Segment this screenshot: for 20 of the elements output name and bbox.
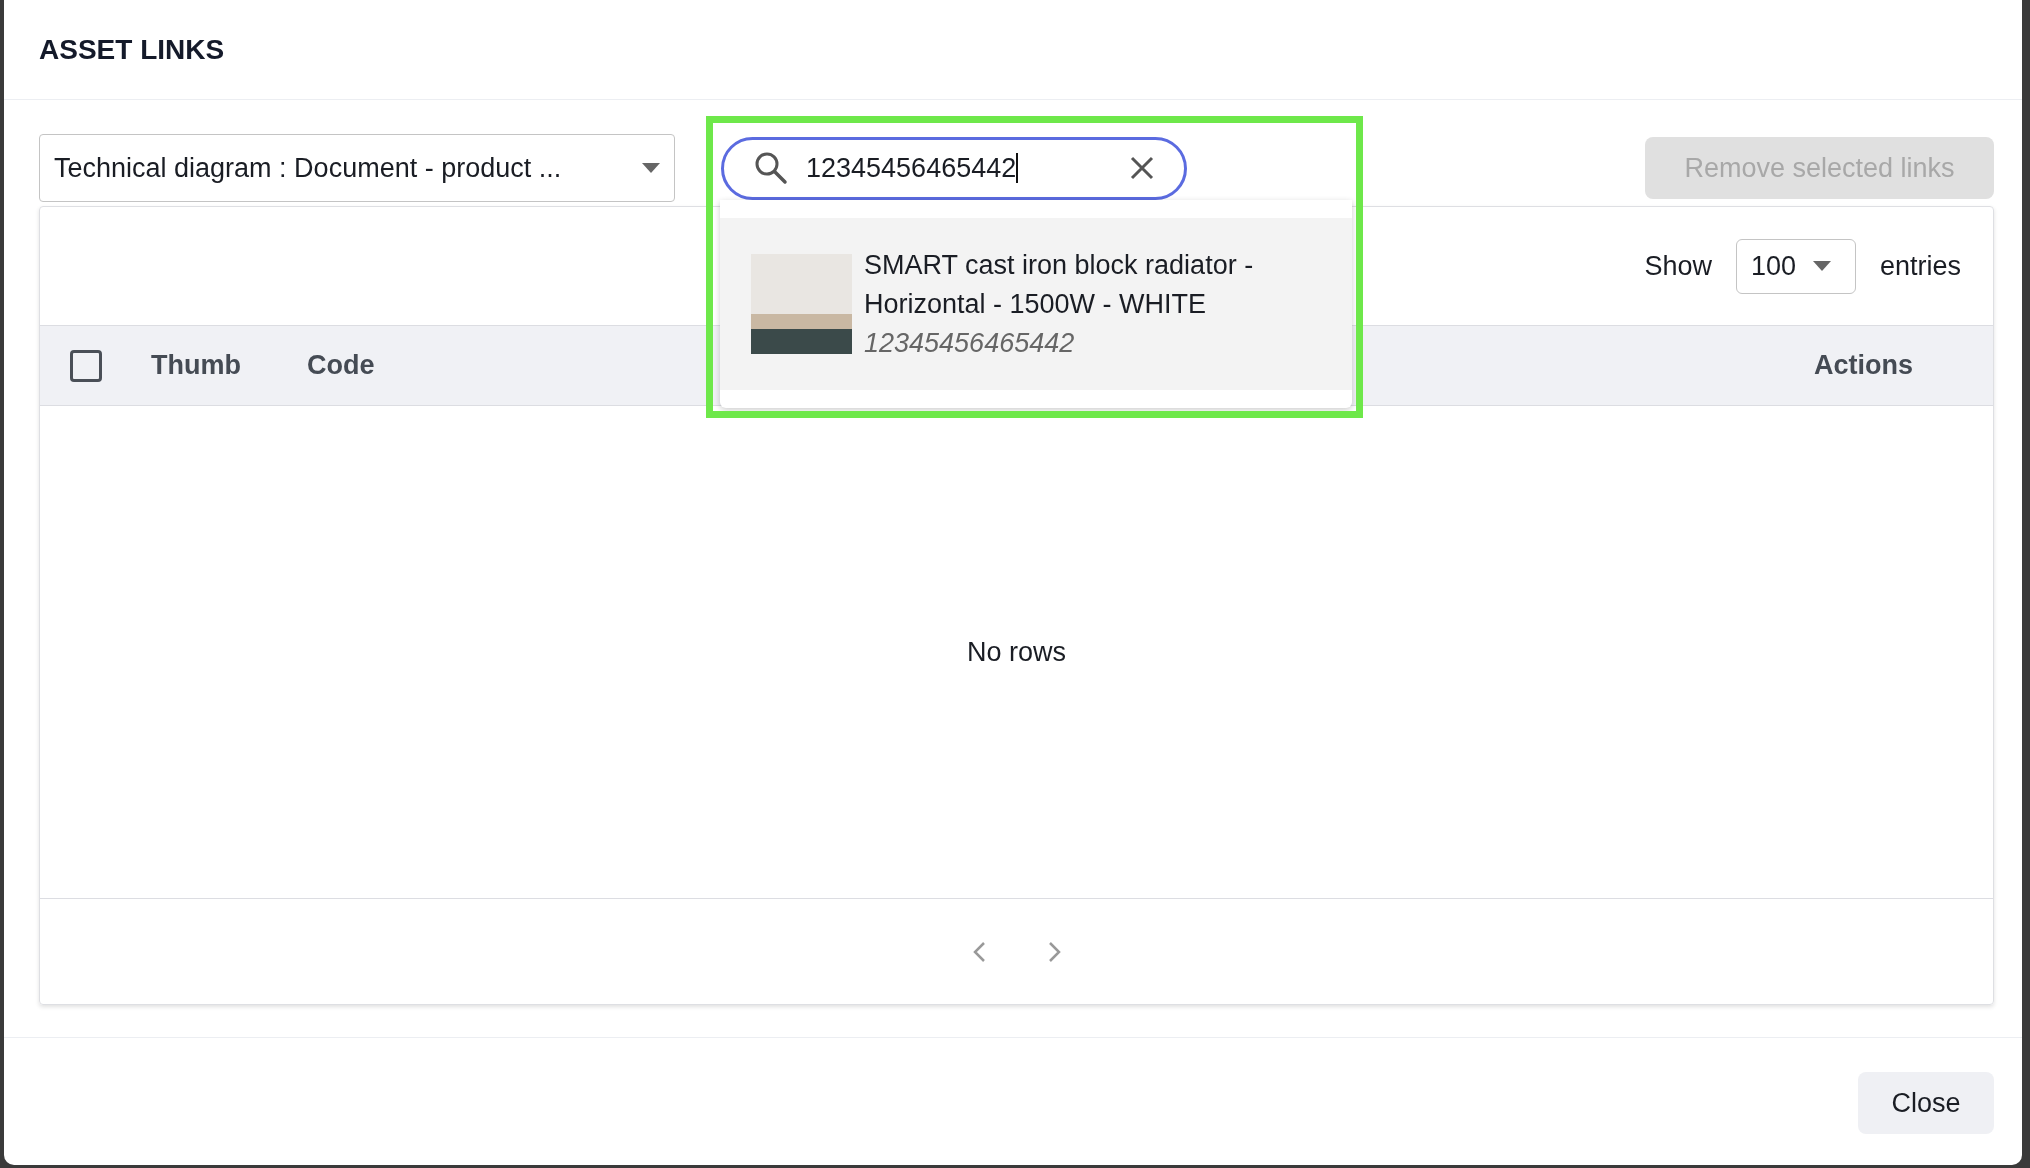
select-all-checkbox[interactable] — [70, 349, 102, 382]
close-button[interactable]: Close — [1858, 1072, 1994, 1134]
column-header: Code — [307, 350, 375, 381]
caret-icon — [642, 163, 660, 173]
show-label: Show — [1644, 250, 1712, 282]
column-header: Actions — [1814, 350, 1913, 381]
chevron-right-icon[interactable] — [1047, 940, 1062, 963]
product-name: SMART cast iron block radiator - Horizontal - 1500W - WHITE — [864, 248, 1255, 321]
search-icon — [754, 151, 788, 185]
close-icon[interactable] — [1130, 156, 1154, 180]
page-size-select[interactable]: 100 — [1735, 238, 1856, 294]
chevron-left-icon[interactable] — [971, 940, 986, 963]
modal-title: ASSET LINKS — [39, 33, 225, 66]
caret-icon — [1812, 261, 1831, 271]
suggestion-item[interactable]: SMART cast iron block radiator - Horizontal - 1500W - WHITE 12345456465442 — [720, 218, 1352, 390]
type-select[interactable]: Technical diagram : Document - product ... — [39, 134, 675, 202]
empty-message: No rows — [967, 636, 1066, 668]
entries-label: entries — [1879, 250, 1961, 282]
product-code: 12345456465442 — [864, 326, 1076, 360]
column-header: Thumb — [151, 350, 241, 381]
